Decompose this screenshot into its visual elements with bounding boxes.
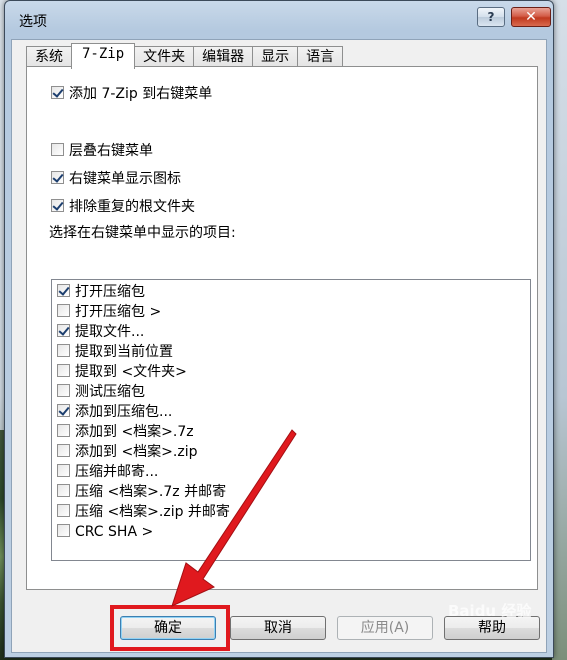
list-item[interactable]: 添加到压缩包...	[57, 402, 172, 422]
option-eliminate-root-folder[interactable]: 排除重复的根文件夹	[51, 198, 195, 216]
item-checkbox[interactable]	[57, 304, 70, 317]
list-heading: 选择在右键菜单中显示的项目:	[49, 225, 236, 241]
list-item[interactable]: 压缩并邮寄...	[57, 462, 158, 482]
close-icon: ✕	[525, 9, 537, 25]
tab-language[interactable]: 语言	[297, 46, 344, 68]
item-label: 压缩 <档案>.7z 并邮寄	[75, 484, 227, 500]
background-right-edge	[552, 0, 567, 660]
option-cascaded-menu[interactable]: 层叠右键菜单	[51, 142, 153, 160]
dialog-client-area: 系统 7-Zip 文件夹 编辑器 显示 语言 添加 7-Zip 到右键菜单 层叠…	[11, 39, 547, 653]
item-checkbox[interactable]	[57, 504, 70, 517]
option-label: 排除重复的根文件夹	[69, 199, 195, 215]
list-item[interactable]: 提取文件...	[57, 322, 144, 342]
tab-system[interactable]: 系统	[26, 46, 72, 68]
item-label: CRC SHA >	[75, 524, 154, 540]
context-menu-items-list[interactable]: 打开压缩包 打开压缩包 > 提取文件... 提取到当前位置 提取到 <文件夹> …	[51, 279, 531, 561]
option-add-to-context-menu[interactable]: 添加 7-Zip 到右键菜单	[51, 85, 212, 103]
list-item[interactable]: CRC SHA >	[57, 522, 153, 542]
item-label: 打开压缩包 >	[75, 304, 162, 320]
item-label: 压缩 <档案>.zip 并邮寄	[75, 504, 230, 520]
tab-7zip[interactable]: 7-Zip	[71, 43, 136, 69]
list-item[interactable]: 提取到 <文件夹>	[57, 362, 187, 382]
list-item[interactable]: 压缩 <档案>.zip 并邮寄	[57, 502, 230, 522]
item-checkbox[interactable]	[57, 364, 70, 377]
option-label: 添加 7-Zip 到右键菜单	[69, 86, 213, 102]
item-checkbox[interactable]	[57, 284, 70, 297]
apply-button[interactable]: 应用(A)	[337, 616, 433, 640]
checkbox-add-to-context-menu[interactable]	[51, 86, 64, 99]
help-button[interactable]: 帮助	[444, 616, 540, 640]
title-bar[interactable]: 选项 ? ✕	[5, 1, 553, 39]
item-checkbox[interactable]	[57, 344, 70, 357]
item-label: 测试压缩包	[75, 384, 145, 400]
option-menu-icons[interactable]: 右键菜单显示图标	[51, 170, 181, 188]
item-checkbox[interactable]	[57, 384, 70, 397]
option-label: 右键菜单显示图标	[69, 171, 181, 187]
item-label: 提取到 <文件夹>	[75, 364, 187, 380]
item-label: 打开压缩包	[75, 284, 145, 300]
item-checkbox[interactable]	[57, 404, 70, 417]
tab-panel-7zip: 添加 7-Zip 到右键菜单 层叠右键菜单 右键菜单显示图标 排除重复的根文件夹…	[26, 66, 538, 590]
checkbox-menu-icons[interactable]	[51, 171, 64, 184]
tab-editor[interactable]: 编辑器	[193, 46, 254, 68]
item-label: 添加到 <档案>.zip	[75, 444, 198, 460]
help-title-button[interactable]: ?	[477, 7, 505, 27]
tab-strip: 系统 7-Zip 文件夹 编辑器 显示 语言	[26, 43, 344, 69]
item-label: 提取到当前位置	[75, 344, 173, 360]
list-item[interactable]: 压缩 <档案>.7z 并邮寄	[57, 482, 226, 502]
item-checkbox[interactable]	[57, 324, 70, 337]
item-label: 添加到压缩包...	[75, 404, 173, 420]
item-label: 提取文件...	[75, 324, 145, 340]
options-dialog: 选项 ? ✕ 系统 7-Zip 文件夹 编辑器 显示 语言 添加 7-Zip 到…	[4, 0, 554, 658]
checkbox-cascaded-menu[interactable]	[51, 143, 64, 156]
checkbox-eliminate-root-folder[interactable]	[51, 199, 64, 212]
list-item[interactable]: 打开压缩包 >	[57, 302, 161, 322]
list-item[interactable]: 添加到 <档案>.zip	[57, 442, 198, 462]
close-button[interactable]: ✕	[511, 7, 551, 27]
list-item[interactable]: 提取到当前位置	[57, 342, 173, 362]
ok-button[interactable]: 确定	[120, 616, 216, 640]
tab-folders[interactable]: 文件夹	[134, 46, 195, 68]
cancel-button[interactable]: 取消	[230, 616, 326, 640]
item-checkbox[interactable]	[57, 484, 70, 497]
item-checkbox[interactable]	[57, 464, 70, 477]
item-checkbox[interactable]	[57, 424, 70, 437]
item-label: 压缩并邮寄...	[75, 464, 159, 480]
list-item[interactable]: 打开压缩包	[57, 282, 145, 302]
item-checkbox[interactable]	[57, 524, 70, 537]
item-checkbox[interactable]	[57, 444, 70, 457]
list-item[interactable]: 添加到 <档案>.7z	[57, 422, 194, 442]
dialog-title: 选项	[19, 14, 47, 30]
question-icon: ?	[487, 10, 495, 24]
option-label: 层叠右键菜单	[69, 143, 153, 159]
tab-display[interactable]: 显示	[252, 46, 299, 68]
item-label: 添加到 <档案>.7z	[75, 424, 194, 440]
list-item[interactable]: 测试压缩包	[57, 382, 145, 402]
